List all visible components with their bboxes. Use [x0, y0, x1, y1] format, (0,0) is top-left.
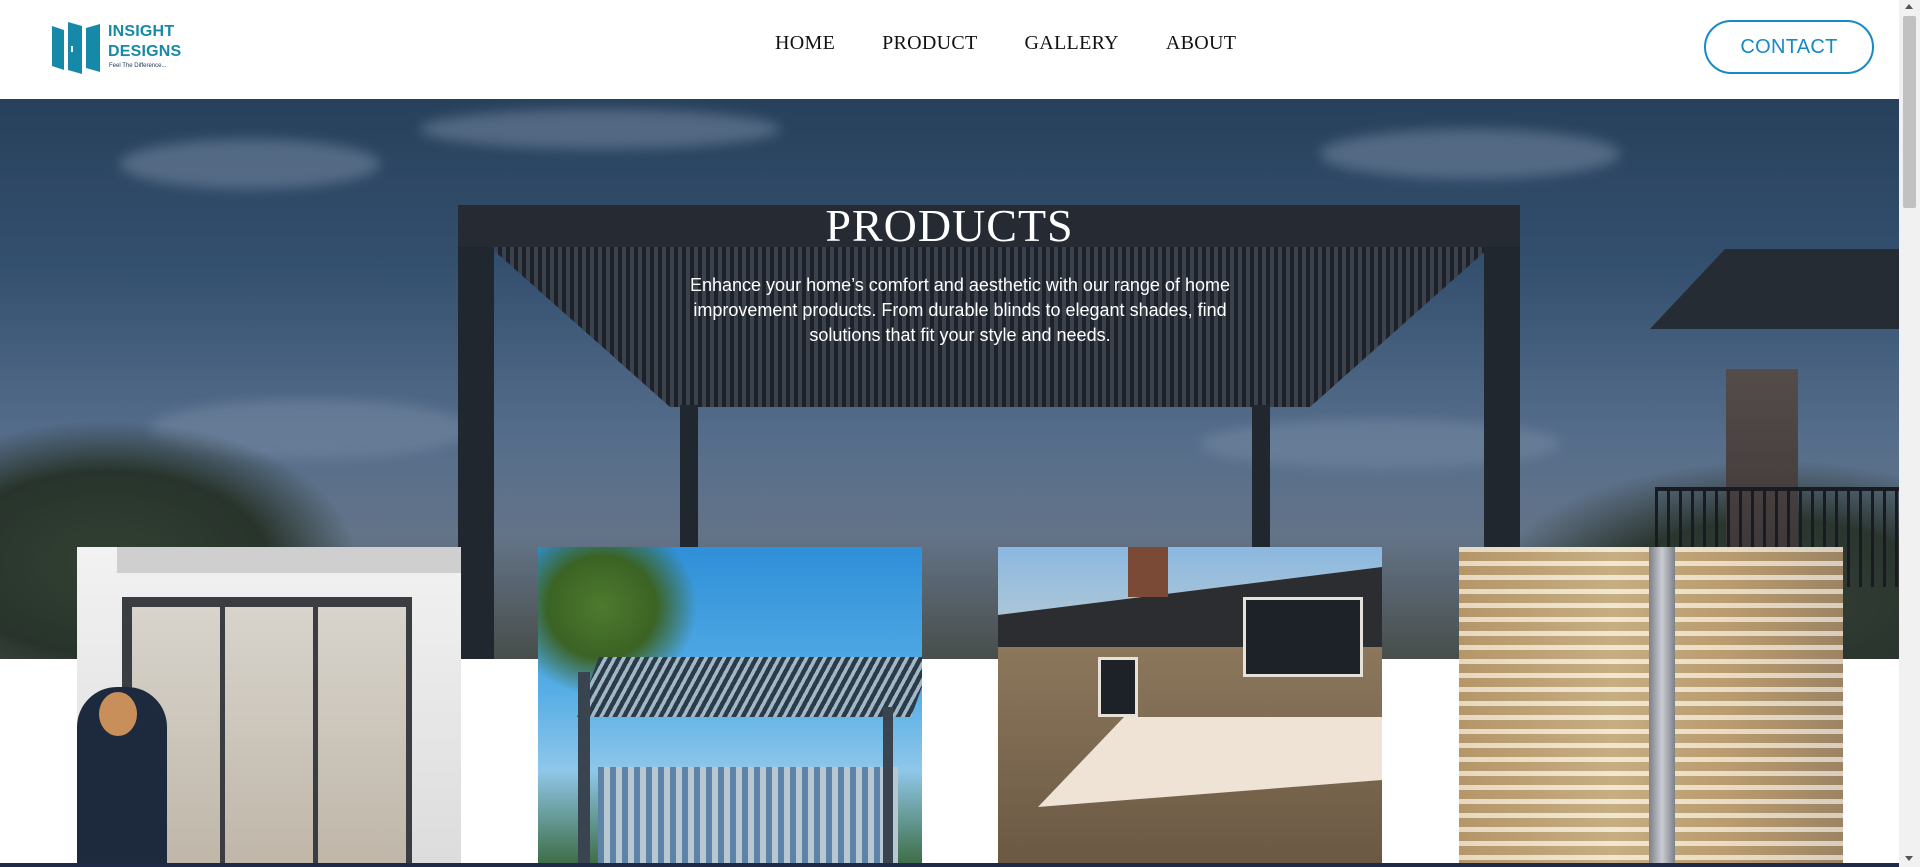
- logo[interactable]: INSIGHT DESIGNS Feel The Difference...: [48, 18, 198, 78]
- scroll-down-icon[interactable]: [1905, 856, 1913, 861]
- pergola-louvres: [577, 657, 922, 717]
- hero-description: Enhance your home’s comfort and aestheti…: [690, 275, 1230, 345]
- logo-text-designs: DESIGNS: [108, 43, 182, 60]
- product-card-1[interactable]: [77, 547, 461, 867]
- page-scrollbar[interactable]: [1899, 0, 1920, 867]
- door-glass: [318, 607, 406, 867]
- scroll-up-icon[interactable]: [1905, 4, 1913, 9]
- door-glass: [225, 607, 313, 867]
- logo-text-insight: INSIGHT: [108, 23, 175, 40]
- main-nav: HOME PRODUCT GALLERY ABOUT: [775, 32, 1283, 55]
- product-card-4[interactable]: [1459, 547, 1843, 867]
- pergola-post: [578, 672, 590, 867]
- logo-icon: [52, 22, 100, 74]
- page-title: PRODUCTS: [825, 200, 1074, 251]
- pergola-post: [883, 707, 893, 867]
- product-card-2[interactable]: [538, 547, 922, 867]
- nav-gallery[interactable]: GALLERY: [1025, 32, 1119, 55]
- chimney: [1128, 547, 1168, 597]
- product-card-3[interactable]: [998, 547, 1382, 867]
- person-head: [99, 692, 137, 736]
- house-window: [1243, 597, 1363, 677]
- logo-tagline: Feel The Difference...: [109, 63, 167, 69]
- nav-about[interactable]: ABOUT: [1166, 32, 1236, 55]
- window-mullion: [1649, 547, 1675, 867]
- fence-wall: [598, 767, 898, 867]
- nav-home[interactable]: HOME: [775, 32, 835, 55]
- bottom-divider: [0, 863, 1899, 867]
- contact-button[interactable]: CONTACT: [1704, 20, 1874, 74]
- house-window: [1098, 657, 1138, 717]
- site-header: INSIGHT DESIGNS Feel The Difference... H…: [0, 0, 1899, 99]
- card-image-roof: [117, 547, 461, 573]
- nav-product[interactable]: PRODUCT: [882, 32, 977, 55]
- scrollbar-thumb[interactable]: [1903, 16, 1916, 208]
